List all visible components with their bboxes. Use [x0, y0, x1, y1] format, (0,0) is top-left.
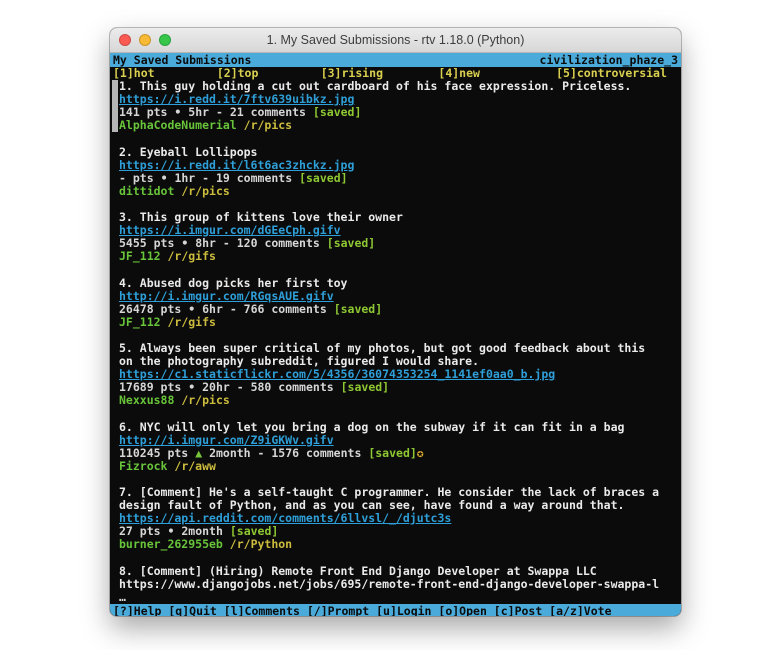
- saved-badge: [saved]: [341, 380, 389, 394]
- submission-item[interactable]: 7. [Comment] He's a self-taught C progra…: [112, 486, 659, 551]
- submission-author: Fizrock: [119, 459, 167, 473]
- submission-points: 17689 pts: [119, 380, 181, 394]
- submission-points: - pts: [119, 171, 154, 185]
- vote-separator: •: [167, 524, 174, 538]
- submission-detail: 5hr - 21 comments: [188, 105, 306, 119]
- sort-tab-hot[interactable]: [1]hot: [113, 67, 155, 80]
- vote-separator: •: [181, 236, 188, 250]
- submission-subreddit: /r/Python: [230, 537, 292, 551]
- vote-separator: •: [188, 380, 195, 394]
- submission-url[interactable]: https://www.djangojobs.net/jobs/695/remo…: [119, 578, 659, 591]
- submission-subreddit: /r/gifs: [167, 249, 215, 263]
- submission-item[interactable]: 1. This guy holding a cut out cardboard …: [112, 80, 659, 132]
- submission-byline: Nexxus88 /r/pics: [119, 394, 659, 407]
- saved-badge: [saved]: [368, 446, 416, 460]
- submission-subreddit: /r/pics: [181, 184, 229, 198]
- submission-byline: burner_262955eb /r/Python: [119, 538, 659, 551]
- terminal-screen: My Saved Submissions civilization_phaze_…: [110, 53, 681, 616]
- submission-title[interactable]: 6. NYC will only let you bring a dog on …: [119, 421, 659, 434]
- submission-item[interactable]: 5. Always been super critical of my phot…: [112, 342, 659, 407]
- saved-badge: [saved]: [334, 302, 382, 316]
- ellipsis: …: [119, 590, 126, 604]
- submission-points: 26478 pts: [119, 302, 181, 316]
- submission-item[interactable]: 6. NYC will only let you bring a dog on …: [112, 421, 659, 473]
- submission-url[interactable]: https://i.redd.it/l6t6ac3zhckz.jpg: [119, 159, 354, 172]
- submission-item[interactable]: 3. This group of kittens love their owne…: [112, 211, 659, 263]
- submission-title[interactable]: 4. Abused dog picks her first toy: [119, 277, 659, 290]
- minimize-button[interactable]: [139, 34, 151, 46]
- sort-tab-rising[interactable]: [3]rising: [321, 67, 383, 80]
- submission-title[interactable]: 2. Eyeball Lollipops: [119, 146, 659, 159]
- submission-author: JF_112: [119, 315, 161, 329]
- saved-badge: [saved]: [327, 236, 375, 250]
- submission-subreddit: /r/pics: [181, 393, 229, 407]
- submission-byline: Fizrock /r/aww: [119, 460, 659, 473]
- submission-item[interactable]: 8. [Comment] (Hiring) Remote Front End D…: [112, 565, 659, 604]
- sort-tab-top[interactable]: [2]top: [217, 67, 259, 80]
- saved-badge: [saved]: [230, 524, 278, 538]
- vote-separator: •: [174, 105, 181, 119]
- submission-author: Nexxus88: [119, 393, 174, 407]
- saved-badge: [saved]: [299, 171, 347, 185]
- sort-tab-controversial[interactable]: [5]controversial: [556, 67, 667, 80]
- window-title: 1. My Saved Submissions - rtv 1.18.0 (Py…: [267, 33, 525, 47]
- submission-author: AlphaCodeNumerial: [119, 118, 237, 132]
- shortcut-footer-bar: [?]Help [q]Quit [l]Comments [/]Prompt [u…: [110, 604, 681, 616]
- vote-separator: ▲: [195, 446, 202, 460]
- saved-badge: [saved]: [313, 105, 361, 119]
- submission-item[interactable]: 2. Eyeball Lollipops https://i.redd.it/l…: [112, 146, 659, 198]
- submission-byline: JF_112 /r/gifs: [119, 250, 659, 263]
- submission-subreddit: /r/pics: [244, 118, 292, 132]
- submission-byline: JF_112 /r/gifs: [119, 316, 659, 329]
- submission-detail: 8hr - 120 comments: [195, 236, 320, 250]
- submission-points: 110245 pts: [119, 446, 188, 460]
- submission-detail: 2month - 1576 comments: [209, 446, 361, 460]
- submission-subreddit: /r/gifs: [167, 315, 215, 329]
- submission-author: dittidot: [119, 184, 174, 198]
- submission-url[interactable]: https://api.reddit.com/comments/6llvsl/_…: [119, 512, 451, 525]
- close-button[interactable]: [119, 34, 131, 46]
- submission-detail: 6hr - 766 comments: [202, 302, 327, 316]
- submission-detail: 20hr - 580 comments: [202, 380, 334, 394]
- zoom-button[interactable]: [159, 34, 171, 46]
- submission-points: 5455 pts: [119, 236, 174, 250]
- traffic-lights: [119, 34, 171, 46]
- submission-item[interactable]: 4. Abused dog picks her first toy http:/…: [112, 277, 659, 329]
- submission-url[interactable]: https://i.imgur.com/dGEeCph.gifv: [119, 224, 341, 237]
- submission-detail: 1hr - 19 comments: [174, 171, 292, 185]
- submission-author: burner_262955eb: [119, 537, 223, 551]
- submission-author: JF_112: [119, 249, 161, 263]
- submission-title[interactable]: 5. Always been super critical of my phot…: [119, 342, 659, 368]
- submission-title[interactable]: 1. This guy holding a cut out cardboard …: [119, 80, 659, 93]
- submission-url[interactable]: http://i.imgur.com/Z9iGKWv.gifv: [119, 434, 334, 447]
- submission-title[interactable]: 3. This group of kittens love their owne…: [119, 211, 659, 224]
- submission-title[interactable]: 8. [Comment] (Hiring) Remote Front End D…: [119, 565, 659, 578]
- submission-detail: 2month: [181, 524, 223, 538]
- page-title: My Saved Submissions: [113, 53, 251, 67]
- submission-subreddit: /r/aww: [174, 459, 216, 473]
- sort-nav: [1]hot [2]top [3]rising [4]new [5]controvers…: [113, 67, 681, 80]
- submission-url[interactable]: https://i.redd.it/7ftv639uibkz.jpg: [119, 93, 354, 106]
- vote-separator: •: [188, 302, 195, 316]
- submission-byline: dittidot /r/pics: [119, 185, 659, 198]
- shortcut-hints: [?]Help [q]Quit [l]Comments [/]Prompt [u…: [113, 604, 612, 616]
- logged-in-username: civilization_phaze_3: [540, 53, 678, 67]
- window-titlebar[interactable]: 1. My Saved Submissions - rtv 1.18.0 (Py…: [110, 28, 681, 53]
- rtv-terminal-window: 1. My Saved Submissions - rtv 1.18.0 (Py…: [110, 28, 681, 616]
- submission-byline: AlphaCodeNumerial /r/pics: [119, 119, 659, 132]
- submission-list: 1. This guy holding a cut out cardboard …: [110, 80, 681, 604]
- submission-url[interactable]: https://c1.staticflickr.com/5/4356/36074…: [119, 368, 555, 381]
- sort-tab-new[interactable]: [4]new: [438, 67, 480, 80]
- selection-cursor: [112, 80, 118, 132]
- submission-points: 27 pts: [119, 524, 161, 538]
- vote-separator: •: [161, 171, 168, 185]
- submission-points: 141 pts: [119, 105, 167, 119]
- gilded-icon: ✪: [417, 446, 424, 460]
- truncation-ellipsis: …: [119, 591, 659, 604]
- status-header-bar: My Saved Submissions civilization_phaze_…: [110, 53, 681, 67]
- submission-title[interactable]: 7. [Comment] He's a self-taught C progra…: [119, 486, 659, 512]
- submission-url[interactable]: http://i.imgur.com/RGqsAUE.gifv: [119, 290, 334, 303]
